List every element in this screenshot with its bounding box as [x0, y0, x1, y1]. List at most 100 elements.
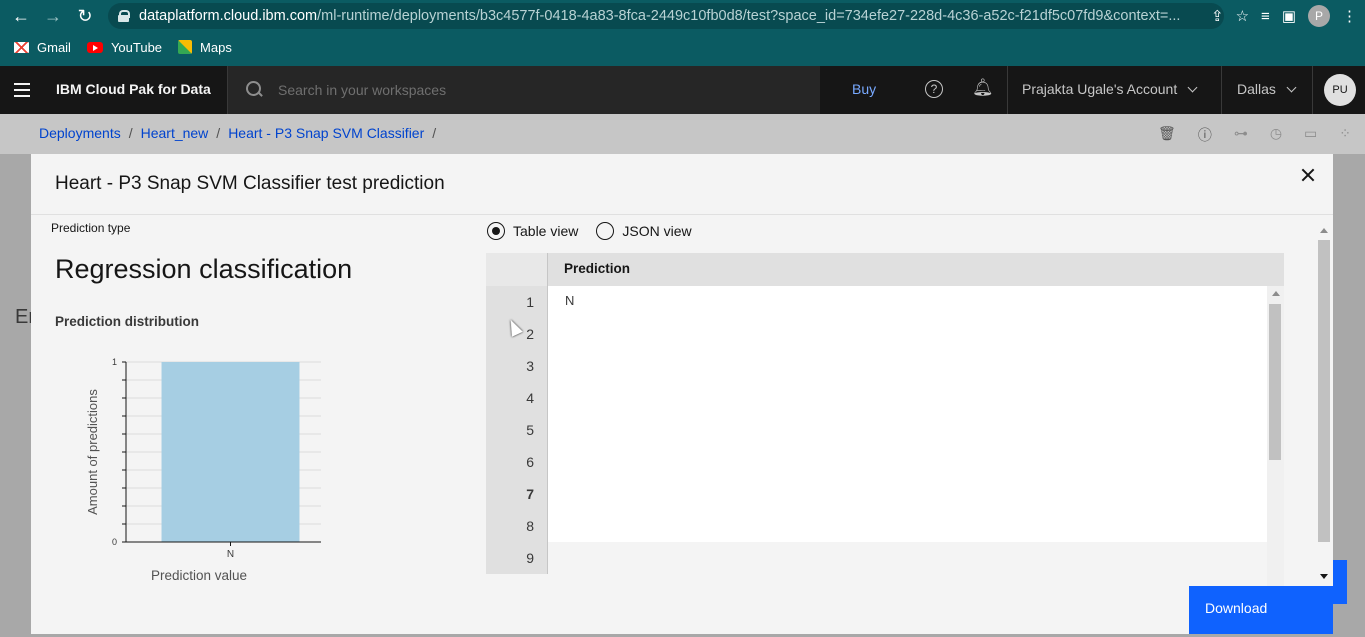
- address-bar[interactable]: dataplatform.cloud.ibm.com/ml-runtime/de…: [108, 3, 1224, 29]
- table-header: Prediction: [486, 253, 1284, 286]
- chart-y-label: Amount of predictions: [85, 389, 100, 515]
- prediction-cell: [548, 478, 1267, 510]
- table-row[interactable]: 7: [486, 478, 1284, 510]
- share-icon[interactable]: ⇪: [1211, 7, 1224, 25]
- radio-table-view[interactable]: Table view: [487, 222, 578, 240]
- prediction-distribution-chart: N 0 1 Amount of predictions Prediction valu…: [51, 352, 321, 592]
- scroll-thumb[interactable]: [1318, 240, 1330, 542]
- prediction-type: Regression classification: [55, 254, 353, 284]
- search-input[interactable]: Search in your workspaces: [228, 66, 820, 114]
- table-scrollbar[interactable]: [1267, 286, 1284, 586]
- prediction-cell: [548, 542, 1267, 574]
- prediction-cell: [548, 382, 1267, 414]
- comment-icon[interactable]: ▭: [1304, 125, 1317, 145]
- row-index: 9: [486, 542, 548, 574]
- divider: [1221, 66, 1222, 114]
- row-index: 3: [486, 350, 548, 382]
- back-icon[interactable]: ←: [8, 3, 34, 29]
- bookmarks-bar: Gmail YouTube Maps: [0, 36, 232, 58]
- divider: [1312, 66, 1313, 114]
- table-row[interactable]: 6: [486, 446, 1284, 478]
- prediction-cell: [548, 446, 1267, 478]
- table-row[interactable]: 8: [486, 510, 1284, 542]
- breadcrumb-bar: Deployments / Heart_new / Heart - P3 Sna…: [0, 114, 1365, 154]
- account-switcher[interactable]: Prajakta Ugale's Account: [1022, 81, 1198, 97]
- prediction-cell: [548, 414, 1267, 446]
- breadcrumb-heart-new[interactable]: Heart_new: [141, 125, 209, 141]
- row-index: 4: [486, 382, 548, 414]
- info-icon[interactable]: ⓘ: [1198, 125, 1212, 145]
- breadcrumb-separator: /: [128, 125, 133, 141]
- prediction-cell: N: [548, 286, 1267, 318]
- prediction-cell: [548, 510, 1267, 542]
- bookmark-maps[interactable]: Maps: [178, 40, 232, 55]
- scroll-down-icon[interactable]: [1320, 574, 1328, 579]
- table-row[interactable]: 3: [486, 350, 1284, 382]
- search-placeholder: Search in your workspaces: [278, 82, 447, 98]
- radio-label: Table view: [513, 223, 579, 239]
- radio-json-view[interactable]: JSON view: [596, 222, 692, 240]
- browser-actions: ⇪ ☆ ≡ ▣ P ⋮: [1211, 3, 1357, 29]
- bookmark-gmail[interactable]: Gmail: [14, 40, 71, 55]
- index-header: [486, 253, 548, 286]
- download-button[interactable]: Download: [1189, 586, 1333, 634]
- reload-icon[interactable]: ↻: [72, 3, 98, 29]
- region-switcher[interactable]: Dallas: [1237, 81, 1297, 97]
- youtube-icon: [86, 41, 103, 53]
- scroll-up-icon[interactable]: [1320, 228, 1328, 233]
- page-toolbar: 🗑︎ ⓘ ⊶ ◷ ▭ ⁘: [1158, 125, 1351, 145]
- side-panel-icon[interactable]: ▣: [1282, 7, 1296, 25]
- hierarchy-icon[interactable]: ⊶: [1234, 125, 1248, 145]
- menu-icon[interactable]: ⋮: [1342, 7, 1357, 25]
- close-icon[interactable]: [1301, 168, 1315, 182]
- table-row[interactable]: 5: [486, 414, 1284, 446]
- url-path: /ml-runtime/deployments/b3c4577f-0418-4a…: [317, 8, 1181, 24]
- delete-icon[interactable]: 🗑︎: [1158, 125, 1176, 145]
- apps-icon[interactable]: ⁘: [1339, 125, 1351, 145]
- reading-list-icon[interactable]: ≡: [1261, 8, 1270, 25]
- chart-x-label: Prediction value: [151, 568, 248, 583]
- hamburger-menu-icon[interactable]: [14, 83, 30, 97]
- divider: [31, 214, 1333, 215]
- table-row[interactable]: 9: [486, 542, 1284, 574]
- breadcrumb-deployments[interactable]: Deployments: [39, 125, 121, 141]
- prediction-cell: [548, 350, 1267, 382]
- radio-unselected-icon: [596, 222, 615, 240]
- breadcrumb-separator: /: [216, 125, 221, 141]
- radio-selected-icon: [487, 222, 505, 240]
- user-avatar[interactable]: PU: [1324, 74, 1356, 106]
- profile-avatar[interactable]: P: [1308, 5, 1330, 27]
- browser-chrome: ← → ↻ dataplatform.cloud.ibm.com/ml-runt…: [0, 0, 1365, 66]
- table-body: 1N23456789: [486, 286, 1284, 574]
- gmail-icon: [14, 41, 29, 53]
- y-tick-label: 1: [112, 357, 117, 367]
- scroll-up-icon[interactable]: [1272, 291, 1280, 296]
- y-tick-label: 0: [112, 537, 117, 547]
- brand-name[interactable]: IBM Cloud Pak for Data: [56, 81, 211, 97]
- test-prediction-modal: Heart - P3 Snap SVM Classifier test pred…: [31, 154, 1333, 634]
- table-row[interactable]: 1N: [486, 286, 1284, 318]
- help-icon[interactable]: ?: [925, 80, 943, 98]
- chevron-down-icon: [1187, 82, 1198, 93]
- modal-title: Heart - P3 Snap SVM Classifier test pred…: [55, 173, 445, 194]
- row-index: 5: [486, 414, 548, 446]
- breadcrumb: Deployments / Heart_new / Heart - P3 Sna…: [39, 125, 436, 141]
- modal-scrollbar[interactable]: [1317, 224, 1331, 586]
- table-row[interactable]: 4: [486, 382, 1284, 414]
- url-host: dataplatform.cloud.ibm.com: [139, 8, 318, 24]
- buy-link[interactable]: Buy: [852, 81, 876, 97]
- chevron-down-icon: [1286, 82, 1297, 93]
- notification-icon[interactable]: 🔔︎: [972, 78, 994, 98]
- table-row[interactable]: 2: [486, 318, 1284, 350]
- bookmark-youtube[interactable]: YouTube: [86, 40, 162, 55]
- view-toggle: Table view JSON view: [487, 222, 692, 240]
- app-header: IBM Cloud Pak for Data Search in your wo…: [0, 66, 1365, 114]
- history-icon[interactable]: ◷: [1270, 125, 1282, 145]
- column-header-prediction: Prediction: [564, 261, 631, 276]
- row-index: 6: [486, 446, 548, 478]
- breadcrumb-deployment[interactable]: Heart - P3 Snap SVM Classifier: [228, 125, 424, 141]
- scroll-thumb[interactable]: [1269, 304, 1281, 460]
- breadcrumb-separator: /: [432, 125, 437, 141]
- star-icon[interactable]: ☆: [1236, 7, 1249, 25]
- forward-icon[interactable]: →: [40, 3, 66, 29]
